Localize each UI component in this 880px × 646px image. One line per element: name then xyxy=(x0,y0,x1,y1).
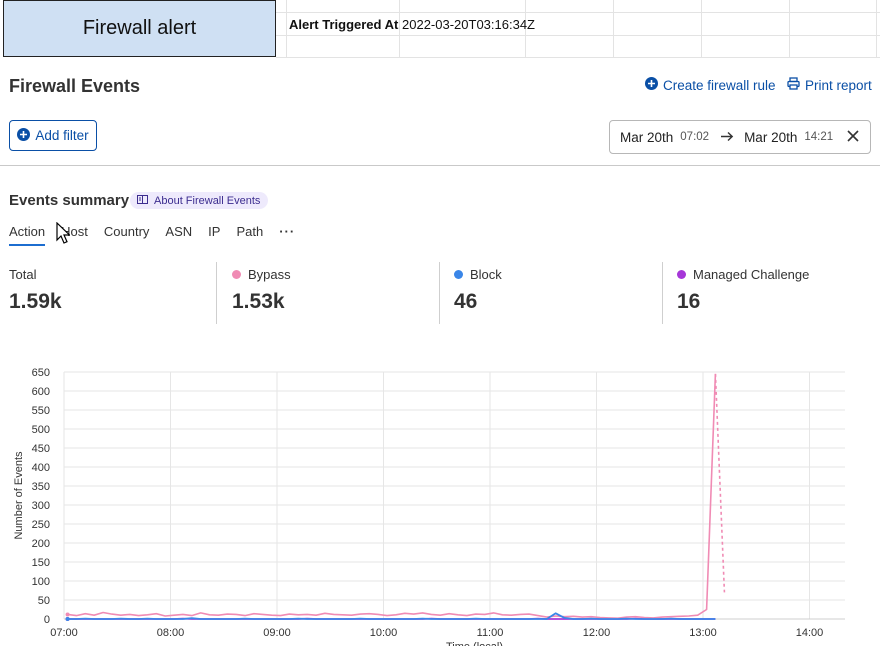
stat-value: 1.53k xyxy=(232,290,285,313)
block-dot-icon xyxy=(454,270,463,279)
close-icon[interactable] xyxy=(846,129,860,145)
stat-total: Total 1.59k xyxy=(9,262,62,324)
divider xyxy=(662,262,663,324)
y-tick-label: 300 xyxy=(32,500,50,512)
create-firewall-rule-button[interactable]: Create firewall rule xyxy=(645,77,776,93)
alert-timestamp-cell[interactable]: 2022-03-20T03:16:34Z xyxy=(402,17,535,32)
y-tick-label: 0 xyxy=(44,614,50,626)
mouse-cursor-icon xyxy=(56,222,70,244)
y-tick-label: 250 xyxy=(32,519,50,531)
tab-ip[interactable]: IP xyxy=(208,224,220,246)
date-range-picker[interactable]: Mar 20th 07:02 Mar 20th 14:21 xyxy=(609,120,871,154)
alert-label-cell[interactable]: Alert Triggered At xyxy=(289,17,399,32)
stat-value: 1.59k xyxy=(9,290,62,313)
tab-action[interactable]: Action xyxy=(9,224,46,246)
end-time: 14:21 xyxy=(804,131,834,143)
stat-label-text: Managed Challenge xyxy=(693,267,810,282)
create-firewall-rule-label: Create firewall rule xyxy=(663,77,776,93)
stat-value: 16 xyxy=(677,290,701,313)
events-line-chart[interactable]: 0 50 100 150 200 250 300 350 400 450 500 550 600 650 0… xyxy=(0,360,880,646)
managed-challenge-dot-icon xyxy=(677,270,686,279)
x-tick-label: 13:00 xyxy=(689,627,717,639)
y-tick-label: 600 xyxy=(32,386,50,398)
alert-title-cell[interactable]: Firewall alert xyxy=(3,0,276,57)
stat-label: Total xyxy=(9,267,62,282)
add-filter-label: Add filter xyxy=(35,128,89,143)
y-tick-label: 350 xyxy=(32,481,50,493)
stat-label: Managed Challenge xyxy=(677,267,809,282)
series-start-marker xyxy=(65,617,70,621)
tab-path[interactable]: Path xyxy=(236,224,263,246)
y-tick-label: 550 xyxy=(32,405,50,417)
x-tick-label: 08:00 xyxy=(157,627,185,639)
y-tick-label: 400 xyxy=(32,462,50,474)
page-title: Firewall Events xyxy=(9,76,141,96)
end-date: Mar 20th xyxy=(744,129,798,145)
stat-block[interactable]: Block 46 xyxy=(454,262,502,324)
spreadsheet-strip: Firewall alert Alert Triggered At 2022-0… xyxy=(0,0,880,58)
stat-managed-challenge[interactable]: Managed Challenge 16 xyxy=(677,262,809,324)
stat-label-text: Bypass xyxy=(248,267,291,282)
about-firewall-events-label: About Firewall Events xyxy=(154,194,261,207)
y-tick-label: 100 xyxy=(32,576,50,588)
y-tick-label: 150 xyxy=(32,557,50,569)
stat-bypass[interactable]: Bypass 1.53k xyxy=(232,262,291,324)
summary-tabs: Action Host Country ASN IP Path ··· xyxy=(9,224,311,246)
y-axis-label: Number of Events xyxy=(13,451,25,540)
print-report-label: Print report xyxy=(805,77,872,93)
stat-label-text: Total xyxy=(9,267,37,282)
y-tick-label: 500 xyxy=(32,424,50,436)
y-tick-label: 200 xyxy=(32,538,50,550)
stat-value: 46 xyxy=(454,290,478,313)
tab-asn[interactable]: ASN xyxy=(165,224,192,246)
plus-circle-icon xyxy=(17,127,31,144)
printer-icon xyxy=(787,77,800,93)
divider xyxy=(0,165,880,166)
print-report-button[interactable]: Print report xyxy=(787,77,872,93)
tab-country[interactable]: Country xyxy=(104,224,150,246)
book-icon xyxy=(137,194,148,207)
x-tick-label: 12:00 xyxy=(583,627,611,639)
x-tick-label: 10:00 xyxy=(370,627,398,639)
y-tick-label: 650 xyxy=(32,367,50,379)
plus-circle-icon xyxy=(645,77,658,93)
divider xyxy=(439,262,440,324)
events-summary-title: Events summary xyxy=(9,192,130,209)
series-start-marker xyxy=(65,612,70,617)
y-tick-label: 450 xyxy=(32,443,50,455)
x-tick-label: 07:00 xyxy=(50,627,78,639)
stat-label: Bypass xyxy=(232,267,291,282)
bypass-dot-icon xyxy=(232,270,241,279)
series-line-bypass xyxy=(67,373,717,620)
x-tick-label: 09:00 xyxy=(263,627,291,639)
x-tick-label: 14:00 xyxy=(796,627,824,639)
series-projection-bypass xyxy=(714,373,726,593)
x-tick-label: 11:00 xyxy=(477,627,504,639)
divider xyxy=(216,262,217,324)
x-axis-label: Time (local) xyxy=(446,641,503,646)
add-filter-button[interactable]: Add filter xyxy=(9,120,97,151)
about-firewall-events-link[interactable]: About Firewall Events xyxy=(130,192,269,209)
start-time: 07:02 xyxy=(680,131,710,143)
arrow-right-icon xyxy=(721,129,734,146)
more-tabs-button[interactable]: ··· xyxy=(279,224,295,246)
stat-label: Block xyxy=(454,267,502,282)
stat-label-text: Block xyxy=(470,267,502,282)
y-tick-label: 50 xyxy=(38,595,50,607)
start-date: Mar 20th xyxy=(620,129,674,145)
